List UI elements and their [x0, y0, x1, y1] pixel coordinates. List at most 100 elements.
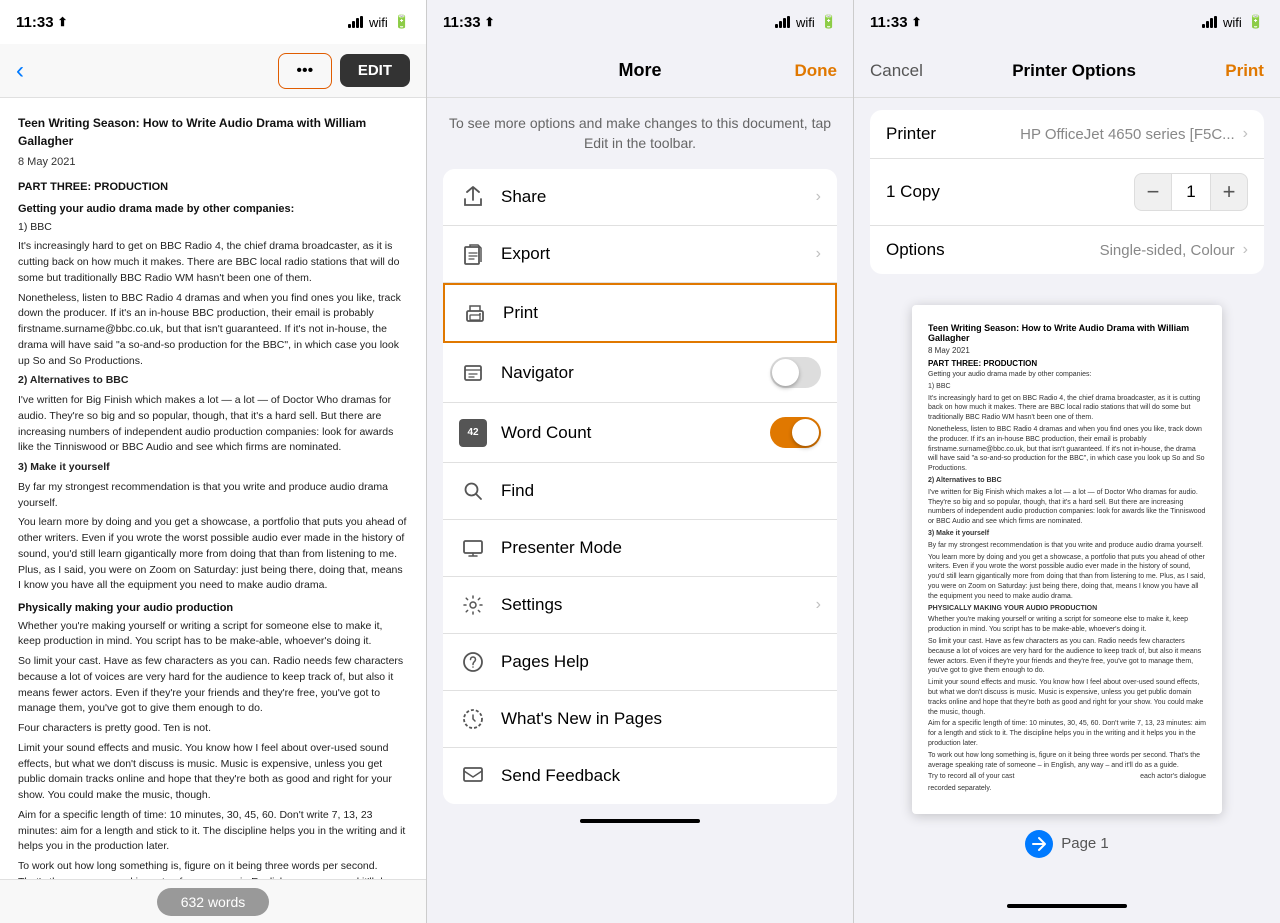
- toolbar-center: ••• EDIT: [278, 53, 410, 89]
- edit-button[interactable]: EDIT: [340, 54, 410, 87]
- more-header: More Done: [427, 44, 853, 98]
- navigator-label: Navigator: [501, 363, 574, 383]
- export-icon: [459, 240, 487, 268]
- presenter-icon: [459, 534, 487, 562]
- wifi-icon-print: wifi: [1223, 15, 1242, 30]
- more-item-find[interactable]: Find: [443, 463, 837, 520]
- time-more: 11:33 ⬆: [443, 14, 495, 31]
- presenter-label: Presenter Mode: [501, 538, 622, 558]
- find-icon: [459, 477, 487, 505]
- feedback-icon: [459, 762, 487, 790]
- share-label: Share: [501, 187, 546, 207]
- options-value-group: Single-sided, Colour ›: [1100, 241, 1248, 259]
- word-count-label: Word Count: [501, 423, 591, 443]
- print-panel: 11:33 ⬆ wifi 🔋 Cancel Printer Options Pr…: [854, 0, 1280, 923]
- word-count-icon: 42: [459, 419, 487, 447]
- preview-p11: Limit your sound effects and music. You …: [928, 678, 1206, 717]
- doc-section1: PART THREE: PRODUCTION: [18, 179, 408, 196]
- copies-label: 1 Copy: [886, 182, 940, 202]
- more-item-share[interactable]: Share ›: [443, 169, 837, 226]
- find-label: Find: [501, 481, 534, 501]
- preview-p8: You learn more by doing and you get a sh…: [928, 553, 1206, 602]
- options-value: Single-sided, Colour: [1100, 242, 1235, 259]
- export-chevron-icon: ›: [816, 245, 821, 263]
- printer-value: HP OfficeJet 4650 series [F5C...: [1020, 126, 1235, 143]
- more-dots-icon: •••: [296, 62, 313, 80]
- signal-icon: [348, 16, 363, 28]
- copies-value: 1: [1172, 173, 1210, 211]
- status-icons-print: wifi 🔋: [1202, 14, 1264, 30]
- doc-para5: So limit your cast. Have as few characte…: [18, 654, 408, 717]
- more-item-settings[interactable]: Settings ›: [443, 577, 837, 634]
- doc-item2-text: I've written for Big Finish which makes …: [18, 393, 408, 456]
- clock-print: 11:33: [870, 14, 908, 31]
- preview-p12: Aim for a specific length of time: 10 mi…: [928, 719, 1206, 748]
- status-icons-doc: wifi 🔋: [348, 14, 410, 30]
- preview-subsection: Getting your audio drama made by other c…: [928, 370, 1206, 380]
- word-count-bar: 632 words: [0, 879, 426, 923]
- document-content: Teen Writing Season: How to Write Audio …: [0, 98, 426, 879]
- more-item-export[interactable]: Export ›: [443, 226, 837, 283]
- wifi-icon-more: wifi: [796, 15, 815, 30]
- print-options-row[interactable]: Options Single-sided, Colour ›: [870, 226, 1264, 274]
- location-icon: ⬆: [58, 15, 68, 29]
- printer-chevron-icon: ›: [1243, 125, 1248, 143]
- back-button[interactable]: ‹: [16, 57, 24, 85]
- options-label: Options: [886, 240, 945, 260]
- more-item-whats-new[interactable]: What's New in Pages: [443, 691, 837, 748]
- more-title: More: [618, 60, 661, 81]
- wifi-icon: wifi: [369, 15, 388, 30]
- signal-icon-more: [775, 16, 790, 28]
- preview-p15: recorded separately.: [928, 784, 1206, 794]
- decrement-button[interactable]: −: [1134, 173, 1172, 211]
- more-item-pages-help[interactable]: Pages Help: [443, 634, 837, 691]
- doc-title: Teen Writing Season: How to Write Audio …: [18, 114, 408, 150]
- preview-p14: Try to record all of your cast: [928, 772, 1015, 782]
- preview-section: PART THREE: PRODUCTION: [928, 359, 1206, 368]
- page-indicator: Page 1: [1025, 830, 1109, 858]
- status-bar-print: 11:33 ⬆ wifi 🔋: [854, 0, 1280, 44]
- home-indicator-more: [427, 804, 853, 838]
- print-button[interactable]: Print: [1225, 61, 1264, 81]
- doc-toolbar: ‹ ••• EDIT: [0, 44, 426, 98]
- more-button[interactable]: •••: [278, 53, 332, 89]
- more-item-print[interactable]: Print: [443, 283, 837, 343]
- doc-item3-title: 3) Make it yourself: [18, 460, 408, 476]
- more-done-button[interactable]: Done: [795, 61, 838, 81]
- share-icon: [459, 183, 487, 211]
- preview-p1: 1) BBC: [928, 382, 1206, 392]
- more-menu-list: Share › Export ›: [443, 169, 837, 804]
- print-options-list: Printer HP OfficeJet 4650 series [F5C...…: [870, 110, 1264, 274]
- preview-p9: Whether you're making yourself or writin…: [928, 615, 1206, 635]
- time-doc: 11:33 ⬆: [16, 14, 68, 31]
- pages-help-label: Pages Help: [501, 652, 589, 672]
- doc-para7: Limit your sound effects and music. You …: [18, 741, 408, 804]
- more-item-presenter[interactable]: Presenter Mode: [443, 520, 837, 577]
- navigator-toggle[interactable]: [770, 357, 821, 388]
- doc-subsection1: Getting your audio drama made by other c…: [18, 201, 408, 218]
- printer-option[interactable]: Printer HP OfficeJet 4650 series [F5C...…: [870, 110, 1264, 159]
- doc-para3: You learn more by doing and you get a sh…: [18, 515, 408, 594]
- doc-para1: Nonetheless, listen to BBC Radio 4 drama…: [18, 291, 408, 370]
- more-item-word-count[interactable]: 42 Word Count: [443, 403, 837, 463]
- battery-icon-print: 🔋: [1248, 14, 1264, 30]
- preview-p7: By far my strongest recommendation is th…: [928, 541, 1206, 551]
- print-header: Cancel Printer Options Print: [854, 44, 1280, 98]
- copies-option: 1 Copy − 1 +: [870, 159, 1264, 226]
- cancel-button[interactable]: Cancel: [870, 61, 923, 81]
- copy-stepper: − 1 +: [1134, 173, 1248, 211]
- home-bar-print: [1007, 904, 1127, 908]
- word-count-toggle[interactable]: [770, 417, 821, 448]
- clock-more: 11:33: [443, 14, 481, 31]
- status-bar-doc: 11:33 ⬆ wifi 🔋: [0, 0, 426, 44]
- doc-item1-title: 1) BBC: [18, 220, 408, 236]
- preview-p4: 2) Alternatives to BBC: [928, 476, 1206, 486]
- more-item-navigator[interactable]: Navigator: [443, 343, 837, 403]
- increment-button[interactable]: +: [1210, 173, 1248, 211]
- printer-label: Printer: [886, 124, 936, 144]
- more-item-feedback[interactable]: Send Feedback: [443, 748, 837, 804]
- time-print: 11:33 ⬆: [870, 14, 922, 31]
- preview-subsection2: PHYSICALLY MAKING YOUR AUDIO PRODUCTION: [928, 604, 1206, 614]
- doc-item3-text: By far my strongest recommendation is th…: [18, 480, 408, 512]
- doc-item1-text: It's increasingly hard to get on BBC Rad…: [18, 239, 408, 286]
